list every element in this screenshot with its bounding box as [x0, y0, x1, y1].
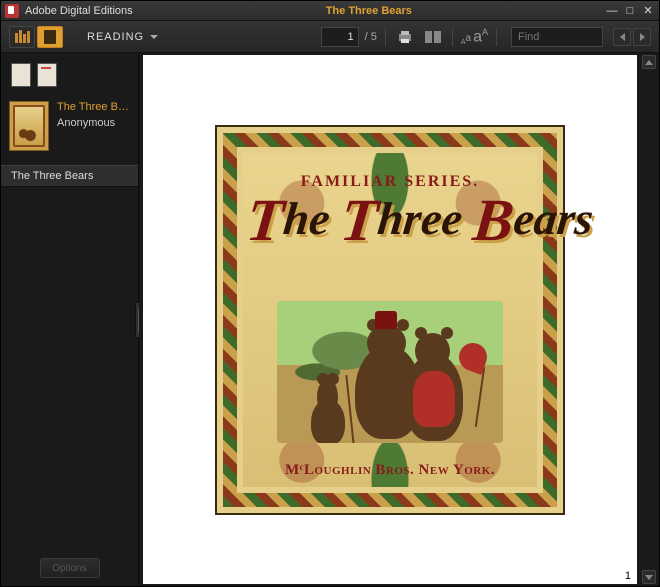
toc-item-label: The Three Bears — [11, 170, 93, 182]
app-name: Adobe Digital Editions — [25, 5, 133, 17]
sidebar-tab-bookmarks[interactable] — [37, 63, 57, 87]
chevron-down-icon — [150, 35, 158, 39]
content-area: FAMILIAR SERIES. The Three Bears MᶜLough… — [139, 53, 659, 586]
text-size-control[interactable]: Aa aA — [461, 27, 488, 46]
sidebar-tabs — [1, 53, 138, 93]
scroll-up-button[interactable] — [642, 55, 656, 69]
cover-publisher: MᶜLoughlin Bros. New York. — [217, 462, 563, 479]
library-view-button[interactable] — [9, 26, 35, 48]
printer-icon — [397, 30, 413, 44]
book-author: Anonymous — [57, 117, 129, 129]
main: The Three B… Anonymous The Three Bears O… — [1, 53, 659, 586]
scroll-down-button[interactable] — [642, 570, 656, 584]
triangle-right-icon — [640, 33, 645, 41]
cover-title: The Three Bears — [247, 193, 533, 247]
titlebar: Adobe Digital Editions The Three Bears —… — [1, 1, 659, 21]
find-nav — [613, 28, 651, 46]
find-prev-button[interactable] — [613, 28, 631, 46]
triangle-up-icon — [645, 60, 653, 65]
find-input[interactable] — [511, 27, 603, 47]
toc-item[interactable]: The Three Bears — [1, 165, 138, 187]
options-label: Options — [52, 563, 86, 574]
app-icon — [5, 4, 19, 18]
triangle-left-icon — [620, 33, 625, 41]
book-cover-image: FAMILIAR SERIES. The Three Bears MᶜLough… — [215, 125, 565, 515]
toolbar: READING / 5 Aa aA — [1, 21, 659, 53]
print-button[interactable] — [394, 27, 416, 47]
book-thumbnail — [9, 101, 49, 151]
reading-menu[interactable]: READING — [79, 26, 166, 48]
close-button[interactable]: ✕ — [641, 4, 655, 18]
book-icon — [44, 30, 56, 44]
sidebar: The Three B… Anonymous The Three Bears O… — [1, 53, 139, 586]
cover-illustration — [277, 301, 503, 443]
options-button: Options — [40, 558, 100, 578]
page-number-label: 1 — [625, 570, 631, 582]
window-controls: — □ ✕ — [605, 4, 655, 18]
two-page-icon — [424, 30, 442, 44]
minimize-button[interactable]: — — [605, 4, 619, 18]
reading-view-button[interactable] — [37, 26, 63, 48]
book-title: The Three B… — [57, 101, 129, 113]
sidebar-tab-contents[interactable] — [11, 63, 31, 87]
triangle-down-icon — [645, 575, 653, 580]
book-entry[interactable]: The Three B… Anonymous — [1, 93, 138, 159]
maximize-button[interactable]: □ — [623, 4, 637, 18]
view-toggle — [9, 26, 63, 48]
text-size-small-icon: Aa — [461, 33, 471, 46]
vertical-scrollbar[interactable] — [641, 55, 657, 584]
page-total-label: / 5 — [365, 31, 377, 43]
text-size-large-icon: aA — [473, 27, 488, 46]
two-page-view-button[interactable] — [422, 27, 444, 47]
page-canvas[interactable]: FAMILIAR SERIES. The Three Bears MᶜLough… — [143, 55, 637, 584]
document-title: The Three Bears — [133, 5, 605, 17]
shelf-icon — [15, 30, 30, 43]
page-number-input[interactable] — [321, 27, 359, 47]
find-next-button[interactable] — [633, 28, 651, 46]
reading-menu-label: READING — [87, 31, 144, 43]
